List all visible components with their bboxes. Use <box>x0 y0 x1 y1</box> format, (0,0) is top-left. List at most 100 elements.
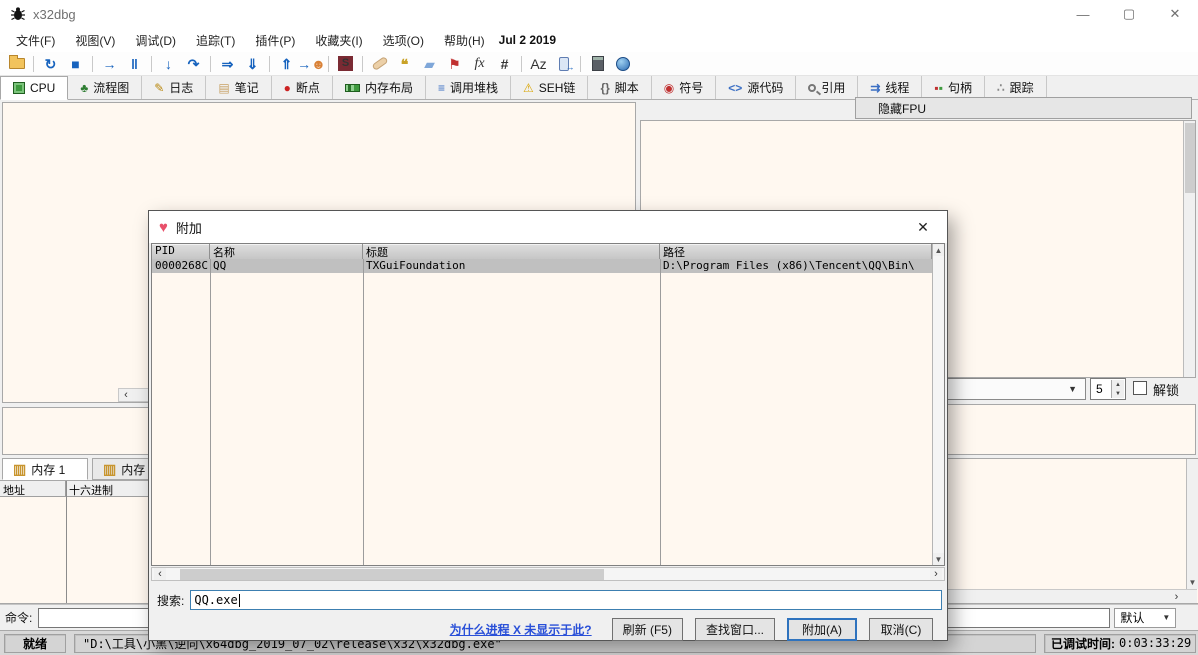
toolbar-separator <box>580 56 581 72</box>
toolbar-function-button[interactable]: fx <box>467 53 492 75</box>
toolbar-case-button[interactable]: Az <box>526 53 551 75</box>
col-name[interactable]: 名称 <box>210 244 363 259</box>
hide-fpu-label: 隐藏FPU <box>878 100 926 117</box>
toolbar-separator <box>210 56 211 72</box>
magnifier-icon <box>808 84 816 92</box>
process-table[interactable]: PID 名称 标题 路径 0000268C QQ TXGuiFoundation… <box>151 243 945 566</box>
tab-symbols[interactable]: ◉符号 <box>652 76 717 99</box>
stack-vscrollbar[interactable]: ▼ <box>1186 459 1198 589</box>
tab-references[interactable]: 引用 <box>796 76 858 99</box>
toolbar-step-into-button[interactable]: ↓ <box>156 53 181 75</box>
toolbar-run-to-user-code-button[interactable]: ⇒ <box>215 53 240 75</box>
menu-item-5[interactable]: 收藏夹(I) <box>305 31 372 51</box>
process-table-vscrollbar[interactable]: ▲ ▼ <box>932 244 944 565</box>
col-title[interactable]: 标题 <box>363 244 660 259</box>
attach-dialog-close-button[interactable]: ✕ <box>903 211 943 243</box>
toolbar-hash-button[interactable]: # <box>492 53 517 75</box>
tab-log[interactable]: ✎ 日志 <box>142 76 206 99</box>
minimize-button[interactable]: — <box>1060 0 1106 28</box>
maximize-button[interactable]: ▢ <box>1106 0 1152 28</box>
close-button[interactable]: ✕ <box>1152 0 1198 28</box>
toolbar-scylla-button[interactable]: S <box>333 53 358 75</box>
toolbar-debuggee-button[interactable] <box>610 53 635 75</box>
process-table-hscrollbar[interactable]: ‹ › <box>151 567 945 581</box>
process-pid: 0000268C <box>152 259 210 273</box>
scroll-down-icon[interactable]: ▼ <box>933 553 944 565</box>
tab-source[interactable]: <>源代码 <box>716 76 796 99</box>
search-input[interactable]: QQ.exe <box>190 590 942 610</box>
scroll-right-icon[interactable]: › <box>930 568 942 580</box>
toolbar-restart-button[interactable]: ↻ <box>38 53 63 75</box>
tab-breakpoints[interactable]: ●断点 <box>272 76 333 99</box>
tab-handles[interactable]: ▪▪句柄 <box>922 76 985 99</box>
chain-warning-icon: ⚠ <box>523 82 534 94</box>
tab-label: 日志 <box>169 79 193 96</box>
registers-vscrollbar[interactable] <box>1183 121 1195 377</box>
why-process-not-shown-link[interactable]: 为什么进程 X 未显示于此? <box>450 621 592 638</box>
toolbar-label-button[interactable]: ▰ <box>417 53 442 75</box>
menu-item-1[interactable]: 视图(V) <box>65 31 125 51</box>
scroll-right-icon[interactable]: › <box>1170 591 1183 603</box>
toolbar-stop-button[interactable]: ■ <box>63 53 88 75</box>
tab-memory-map[interactable]: 内存布局 <box>333 76 426 99</box>
tab-call-stack[interactable]: ≡调用堆栈 <box>426 76 511 99</box>
toolbar-step-out-button[interactable]: ⇓ <box>240 53 265 75</box>
memory-tab-1[interactable]: ▥内存 1 <box>2 458 88 480</box>
toolbar-attach-button[interactable]: →☻ <box>299 53 324 75</box>
pencil-page-icon: ✎ <box>154 82 164 94</box>
process-row-selected[interactable]: 0000268C QQ TXGuiFoundation D:\Program F… <box>152 259 932 273</box>
toolbar-pause-button[interactable]: ‖ <box>122 53 147 75</box>
toolbar-open-file-button[interactable] <box>4 53 29 75</box>
profile-combobox[interactable]: 默认 ▼ <box>1114 608 1176 628</box>
toolbar-comment-button[interactable]: ❝ <box>392 53 417 75</box>
tab-graph[interactable]: ♣流程图 <box>68 76 142 99</box>
toolbar-bookmark-button[interactable]: ⚑ <box>442 53 467 75</box>
tab-trace[interactable]: ∴跟踪 <box>985 76 1047 99</box>
find-window-button[interactable]: 查找窗口... <box>695 618 775 641</box>
attach-icon: →☻ <box>297 57 326 71</box>
scroll-left-icon[interactable]: ‹ <box>154 568 166 580</box>
unlock-checkbox[interactable] <box>1133 381 1147 395</box>
debug-time-label: 已调试时间: <box>1051 635 1115 652</box>
notepad-icon: ▤ <box>218 82 229 94</box>
spin-up-icon[interactable]: ▲ <box>1112 380 1124 389</box>
calculator-icon <box>592 56 604 71</box>
toolbar-calculator-button[interactable] <box>585 53 610 75</box>
menu-item-7[interactable]: 帮助(H) <box>434 31 495 51</box>
attach-button[interactable]: 附加(A) <box>787 618 857 641</box>
toolbar-run-button[interactable]: → <box>97 53 122 75</box>
step-over-icon: ↷ <box>188 57 200 71</box>
main-area: ‹ 隐藏FPU ▼ 5 ▲▼ 解锁 ▥内存 1▥内存 2 地址 十六进制 <box>0 100 1198 604</box>
blocks-icon: ▪▪ <box>934 82 943 94</box>
menu-item-3[interactable]: 追踪(T) <box>186 31 245 51</box>
scroll-down-icon[interactable]: ▼ <box>1187 576 1198 589</box>
scroll-up-icon[interactable]: ▲ <box>933 244 944 256</box>
debug-time-value: 0:03:33:29 <box>1119 636 1191 650</box>
tab-script[interactable]: {}脚本 <box>588 76 651 99</box>
spin-down-icon[interactable]: ▼ <box>1112 389 1124 398</box>
scroll-left-icon[interactable]: ‹ <box>119 389 133 401</box>
toolbar-step-over-button[interactable]: ↷ <box>181 53 206 75</box>
toolbar-run-until-return-button[interactable]: ⇑ <box>274 53 299 75</box>
run-until-return-icon: ⇑ <box>281 57 293 71</box>
col-pid[interactable]: PID <box>152 244 210 259</box>
title-bar: x32dbg — ▢ ✕ <box>0 0 1198 28</box>
toolbar-patch-button[interactable] <box>367 53 392 75</box>
stack-depth-spinner[interactable]: 5 ▲▼ <box>1090 378 1126 400</box>
menu-item-0[interactable]: 文件(F) <box>6 31 65 51</box>
tab-cpu[interactable]: CPU <box>0 76 68 100</box>
menu-item-4[interactable]: 插件(P) <box>245 31 305 51</box>
run-icon: → <box>103 57 117 71</box>
hide-fpu-button[interactable]: 隐藏FPU <box>855 97 1192 119</box>
search-row: 搜索: QQ.exe <box>149 589 949 611</box>
tab-seh[interactable]: ⚠SEH链 <box>511 76 588 99</box>
process-name: QQ <box>210 259 363 273</box>
menu-item-6[interactable]: 选项(O) <box>373 31 434 51</box>
menu-item-2[interactable]: 调试(D) <box>125 31 186 51</box>
toolbar-modules-button[interactable] <box>551 53 576 75</box>
cancel-button[interactable]: 取消(C) <box>869 618 933 641</box>
tab-threads[interactable]: ⇉线程 <box>858 76 922 99</box>
tab-notes[interactable]: ▤笔记 <box>206 76 271 99</box>
refresh-button[interactable]: 刷新 (F5) <box>612 618 683 641</box>
col-path[interactable]: 路径 <box>660 244 932 259</box>
